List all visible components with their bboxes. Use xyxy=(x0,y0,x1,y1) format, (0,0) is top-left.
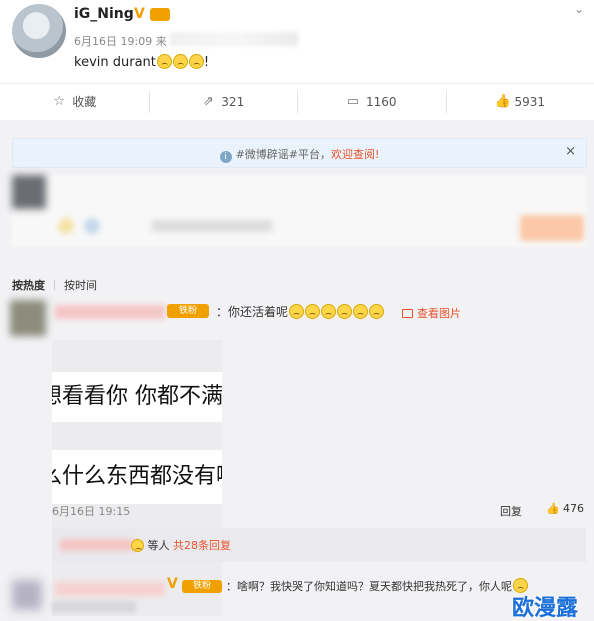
comment-button[interactable]: ▭ 1160 xyxy=(297,84,446,119)
fan-badge: 铁粉 xyxy=(167,304,209,318)
view-image-link[interactable]: 查看图片 xyxy=(402,305,461,321)
notice-main: #微博辟谣#平台， xyxy=(235,148,331,161)
comment-area: i #微博辟谣#平台，欢迎查阅! × 按热度 按时间 铁粉 ：你还活着呢 查看图片 … xyxy=(0,120,594,621)
thumbs-up-icon: 👍 xyxy=(494,93,511,109)
sad-emoji-icon xyxy=(131,539,144,552)
info-icon: i xyxy=(219,151,232,163)
action-bar: ☆ 收藏 ⇗ 321 ▭ 1160 👍 5931 xyxy=(0,83,594,119)
tab-sort-hot[interactable]: 按热度 xyxy=(12,277,45,293)
username[interactable]: iG_Ning xyxy=(74,6,134,22)
fan-badge: 铁粉 xyxy=(182,580,222,593)
like-count: 5931 xyxy=(514,94,546,109)
comment-body: ：啥啊？我快哭了你知道吗？夏天都快把我热死了，你人呢 xyxy=(226,580,512,593)
commenter-name-blurred[interactable] xyxy=(55,305,165,319)
sad-emoji-icon xyxy=(369,304,385,319)
comment-time-blurred xyxy=(52,601,136,613)
view-image-label: 查看图片 xyxy=(417,307,461,320)
share-button[interactable]: ⇗ 321 xyxy=(148,84,298,119)
reply-names-blurred xyxy=(60,539,134,551)
thumbs-up-icon: 👍 xyxy=(546,502,560,515)
sub-replies-mid: 等人 xyxy=(147,539,170,552)
close-icon[interactable]: × xyxy=(565,144,576,159)
sad-emoji-icon xyxy=(337,304,353,319)
post-text-suffix: ! xyxy=(203,55,210,70)
comment-body: ：你还活着呢 xyxy=(216,305,289,319)
comment-image[interactable]: 想看看你 你都不满 么什么东西都没有啊 xyxy=(52,340,222,616)
comment-like-count: 476 xyxy=(563,502,584,515)
repost-option-blurred xyxy=(152,220,272,232)
comment-time: 6月16日 19:15 xyxy=(52,505,131,518)
image-text-line: 想看看你 你都不满 xyxy=(52,372,222,422)
divider xyxy=(54,280,55,290)
post-header: iG_Ning V ⌄ 6月16日 19:09 来 kevin durant! xyxy=(0,0,594,82)
share-icon: ⇗ xyxy=(202,93,214,109)
comment-like-button[interactable]: 👍 476 xyxy=(546,502,584,515)
comment-input-blurred[interactable] xyxy=(12,175,587,247)
commenter-avatar[interactable] xyxy=(10,300,46,336)
chevron-down-icon[interactable]: ⌄ xyxy=(574,2,584,16)
comment-count: 1160 xyxy=(365,94,397,109)
image-icon[interactable] xyxy=(84,218,100,234)
emoji-icon[interactable] xyxy=(58,218,74,234)
verified-v-icon: V xyxy=(167,576,178,592)
my-avatar-blurred xyxy=(12,175,46,209)
watermark: 欧漫露 xyxy=(512,596,579,621)
comment-icon: ▭ xyxy=(346,93,360,109)
share-count: 321 xyxy=(221,94,245,109)
sort-tabs: 按热度 按时间 xyxy=(12,277,97,293)
post-time: 6月16日 19:09 来 xyxy=(74,35,167,48)
sad-emoji-icon xyxy=(188,54,204,69)
sub-replies-text: 等人 共28条回复 xyxy=(130,537,231,553)
commenter-avatar[interactable] xyxy=(12,580,42,610)
reply-button[interactable]: 回复 xyxy=(500,503,522,519)
post-text-body: kevin durant xyxy=(74,55,156,70)
sub-replies[interactable]: 等人 共28条回复 xyxy=(52,528,586,562)
member-badge-icon xyxy=(150,8,170,21)
verified-v-icon: V xyxy=(134,6,145,22)
sad-emoji-icon xyxy=(289,304,305,319)
post-text: kevin durant! xyxy=(74,54,209,70)
notice-banner: i #微博辟谣#平台，欢迎查阅! × xyxy=(12,138,587,168)
image-line-1: 想看看你 你都不满 xyxy=(52,384,222,409)
user-avatar[interactable] xyxy=(12,4,66,58)
sad-emoji-icon xyxy=(305,304,321,319)
send-button-blurred[interactable] xyxy=(520,215,584,241)
notice-text: i #微博辟谣#平台，欢迎查阅! xyxy=(13,146,586,163)
sad-emoji-icon xyxy=(353,304,369,319)
sad-emoji-icon xyxy=(172,54,188,69)
star-icon: ☆ xyxy=(53,93,66,109)
like-button[interactable]: 👍 5931 xyxy=(445,84,594,119)
comment-text: ：你还活着呢 xyxy=(216,303,385,320)
tab-sort-time[interactable]: 按时间 xyxy=(64,277,97,293)
comment-text: ：啥啊？我快哭了你知道吗？夏天都快把我热死了，你人呢 xyxy=(226,578,528,594)
favorite-button[interactable]: ☆ 收藏 xyxy=(0,84,149,119)
image-line-2: 么什么东西都没有啊 xyxy=(52,464,222,489)
image-icon xyxy=(402,309,413,318)
notice-link[interactable]: 欢迎查阅! xyxy=(331,148,379,161)
commenter-name-blurred[interactable] xyxy=(55,582,165,596)
source-blurred xyxy=(170,32,298,46)
sad-emoji-icon xyxy=(156,54,172,69)
favorite-label: 收藏 xyxy=(72,95,97,109)
sad-emoji-icon xyxy=(321,304,337,319)
image-text-line: 么什么东西都没有啊 xyxy=(52,450,222,504)
sub-replies-count[interactable]: 共28条回复 xyxy=(173,539,231,552)
